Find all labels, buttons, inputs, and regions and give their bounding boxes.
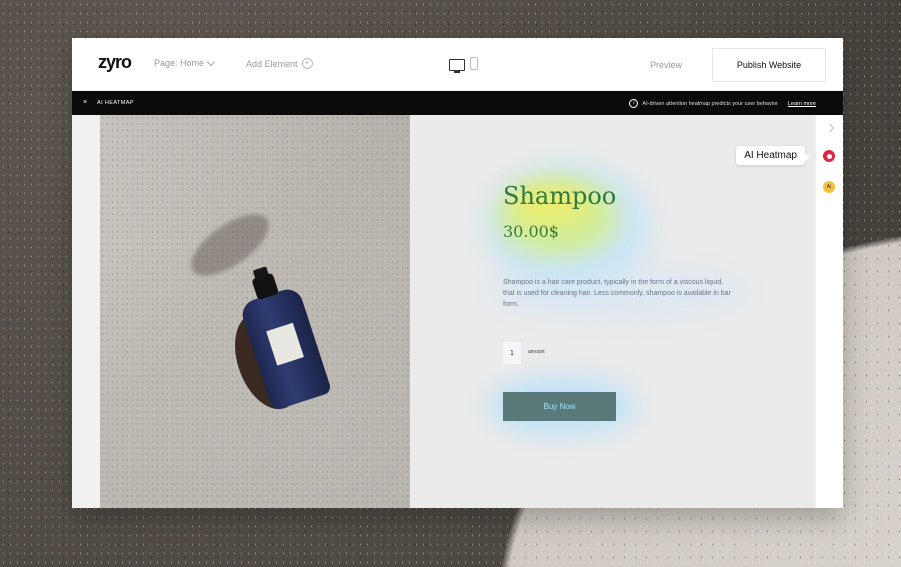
preview-button[interactable]: Preview [650,60,682,70]
close-icon[interactable]: × [83,99,87,106]
canvas-gutter [72,115,100,508]
heatmap-info-text: AI-driven attention heatmap predicts you… [642,100,778,107]
plus-icon: + [301,58,313,69]
heatmap-bar-title: AI HEATMAP [97,100,134,106]
publish-website-button[interactable]: Publish Website [712,48,826,82]
quantity-label: amount [528,349,545,355]
ai-tool-icon[interactable]: Ai [823,181,835,193]
add-element-label: Add Element [246,58,298,69]
quantity-input[interactable]: 1 [503,342,521,364]
ai-heatmap-bar: × AI HEATMAP i AI-driven attention heatm… [72,91,843,115]
editor-window: zyro Page: Home Add Element + Preview Pu… [72,38,843,508]
editor-topbar: zyro Page: Home Add Element + Preview Pu… [72,38,843,91]
info-icon: i [629,99,639,108]
chevron-down-icon [206,57,216,66]
site-canvas: Shampoo 30.00$ Shampoo is a hair care pr… [72,115,843,508]
desktop-view-icon[interactable] [449,59,465,73]
add-element-button[interactable]: Add Element + [246,58,313,69]
page-selector[interactable]: Page: Home [154,57,216,68]
right-tools-rail: Ai [815,115,843,508]
product-title: Shampoo [503,182,617,210]
ai-heatmap-tooltip: AI Heatmap [736,146,810,165]
product-details: Shampoo 30.00$ Shampoo is a hair care pr… [410,115,816,508]
heatmap-icon[interactable] [823,150,835,162]
product-description: Shampoo is a hair care product, typicall… [503,279,731,308]
chevron-right-icon[interactable] [825,123,835,133]
heatmap-info: i AI-driven attention heatmap predicts y… [629,99,816,108]
learn-more-link[interactable]: Learn more [788,101,816,107]
zyro-logo[interactable]: zyro [98,52,132,73]
buy-now-button[interactable]: Buy Now [503,392,616,421]
product-image[interactable] [100,115,410,508]
product-price: 30.00$ [503,222,559,241]
mobile-view-icon[interactable] [470,57,478,70]
page-selector-label: Page: Home [154,58,205,68]
